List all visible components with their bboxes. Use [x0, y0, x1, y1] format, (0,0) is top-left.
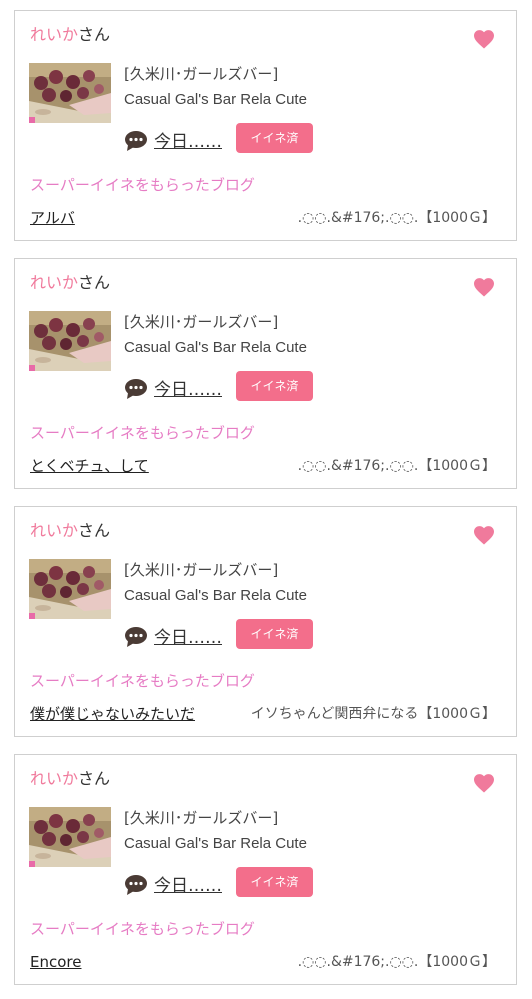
blog-card: れいかさん [久米川･ガールズバー] Casual Gal's Bar Rela… [14, 258, 517, 489]
heart-icon[interactable] [472, 523, 496, 547]
shop-area: [久米川･ガールズバー] [124, 313, 279, 331]
shop-name[interactable]: Casual Gal's Bar Rela Cute [124, 586, 307, 606]
user-line: れいかさん [30, 25, 110, 45]
shop-name[interactable]: Casual Gal's Bar Rela Cute [124, 834, 307, 854]
blog-thumbnail[interactable] [29, 63, 111, 123]
blog-thumbnail[interactable] [29, 559, 111, 619]
speech-bubble-icon [124, 626, 148, 648]
blog-card: れいかさん [久米川･ガールズバー] Casual Gal's Bar Rela… [14, 754, 517, 985]
super-like-label: スーパーイイネをもらったブログ [30, 176, 255, 194]
speech-bubble-icon [124, 874, 148, 896]
shop-area: [久米川･ガールズバー] [124, 561, 279, 579]
shop-area: [久米川･ガールズバー] [124, 65, 279, 83]
heart-icon[interactable] [472, 27, 496, 51]
user-honorific: さん [78, 769, 111, 788]
blog-meta: .◌◌.&#176;.◌◌.【1000Ｇ】 [297, 458, 496, 474]
shop-name[interactable]: Casual Gal's Bar Rela Cute [124, 338, 307, 358]
like-done-button[interactable]: イイネ済 [236, 619, 313, 649]
user-honorific: さん [78, 273, 111, 292]
shop-name[interactable]: Casual Gal's Bar Rela Cute [124, 90, 307, 110]
comment-link[interactable]: 今日…… [154, 131, 222, 153]
speech-bubble-icon [124, 378, 148, 400]
comment-link[interactable]: 今日…… [154, 627, 222, 649]
comment-link[interactable]: 今日…… [154, 875, 222, 897]
heart-icon[interactable] [472, 771, 496, 795]
blog-title-link[interactable]: 僕が僕じゃないみたいだ [30, 704, 195, 724]
user-line: れいかさん [30, 273, 110, 293]
blog-thumbnail[interactable] [29, 807, 111, 867]
comment-link[interactable]: 今日…… [154, 379, 222, 401]
blog-meta: .◌◌.&#176;.◌◌.【1000Ｇ】 [297, 210, 496, 226]
user-name-link[interactable]: れいか [30, 521, 78, 540]
user-honorific: さん [78, 25, 111, 44]
blog-card: れいかさん [久米川･ガールズバー] Casual Gal's Bar Rela… [14, 10, 517, 241]
blog-title-link[interactable]: Encore [30, 952, 81, 972]
user-name-link[interactable]: れいか [30, 25, 78, 44]
super-like-label: スーパーイイネをもらったブログ [30, 672, 255, 690]
blog-title-link[interactable]: とくベチュ、して [30, 456, 149, 476]
super-like-label: スーパーイイネをもらったブログ [30, 424, 255, 442]
blog-title-link[interactable]: アルバ [30, 208, 75, 228]
user-name-link[interactable]: れいか [30, 273, 78, 292]
blog-card: れいかさん [久米川･ガールズバー] Casual Gal's Bar Rela… [14, 506, 517, 737]
blog-meta: .◌◌.&#176;.◌◌.【1000Ｇ】 [297, 954, 496, 970]
super-like-label: スーパーイイネをもらったブログ [30, 920, 255, 938]
blog-like-feed: れいかさん [久米川･ガールズバー] Casual Gal's Bar Rela… [0, 0, 532, 999]
heart-icon[interactable] [472, 275, 496, 299]
like-done-button[interactable]: イイネ済 [236, 123, 313, 153]
blog-thumbnail[interactable] [29, 311, 111, 371]
user-name-link[interactable]: れいか [30, 769, 78, 788]
user-line: れいかさん [30, 769, 110, 789]
user-line: れいかさん [30, 521, 110, 541]
shop-area: [久米川･ガールズバー] [124, 809, 279, 827]
blog-meta: イソちゃんど関西弁になる【1000Ｇ】 [250, 706, 496, 722]
speech-bubble-icon [124, 130, 148, 152]
like-done-button[interactable]: イイネ済 [236, 371, 313, 401]
like-done-button[interactable]: イイネ済 [236, 867, 313, 897]
user-honorific: さん [78, 521, 111, 540]
